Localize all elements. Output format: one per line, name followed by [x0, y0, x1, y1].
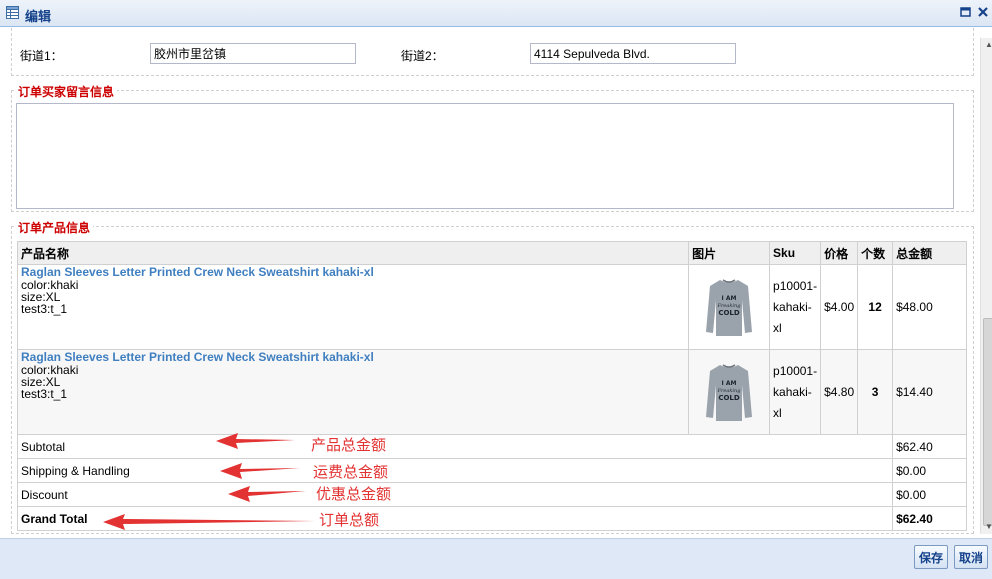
svg-text:I AM: I AM — [722, 295, 737, 302]
street1-label: 街道1： — [20, 49, 63, 63]
sweatshirt-image: I AM Freaking COLD — [706, 279, 753, 336]
annotation-subtotal: 产品总金额 — [311, 436, 387, 454]
col-image: 图片 — [688, 241, 771, 265]
table-icon — [6, 6, 19, 19]
annotation-grand-total: 订单总额 — [319, 511, 380, 529]
product-attr: size:XL — [21, 290, 61, 304]
product-image-cell: I AM Freaking COLD — [688, 264, 771, 350]
annotation-shipping: 运费总金额 — [313, 463, 389, 481]
product-name-cell: Raglan Sleeves Letter Printed Crew Neck … — [16, 264, 690, 350]
sku-part: xl — [773, 405, 782, 420]
product-image-cell: I AM Freaking COLD — [688, 349, 771, 435]
price-cell: $4.00 — [820, 264, 859, 350]
product-attr: test3:t_1 — [21, 387, 68, 401]
sweatshirt-image: I AM Freaking COLD — [706, 364, 753, 421]
close-icon[interactable] — [976, 5, 990, 19]
col-product-name: 产品名称 — [16, 241, 690, 265]
sku-part: kahaki- — [773, 299, 812, 314]
sku-cell: p10001- kahaki- xl — [769, 349, 822, 435]
street2-label: 街道2： — [401, 49, 444, 63]
summary-value: $62.40 — [892, 506, 967, 531]
product-link[interactable]: Raglan Sleeves Letter Printed Crew Neck … — [21, 350, 685, 364]
summary-row-shipping: Shipping & Handling $0.00 — [16, 458, 967, 483]
table-header-row: 产品名称 图片 Sku 价格 个数 总金额 — [16, 241, 967, 265]
product-attr: color:khaki — [21, 363, 79, 377]
svg-text:I AM: I AM — [722, 380, 737, 387]
save-button[interactable]: 保存 — [914, 545, 949, 569]
dialog-footer: 保存 取消 — [0, 538, 992, 579]
annotation-discount: 优惠总金额 — [316, 485, 392, 503]
products-table: 产品名称 图片 Sku 价格 个数 总金额 Raglan Sleeves Let… — [16, 241, 967, 531]
buyer-message-panel: 订单买家留言信息 — [11, 83, 974, 212]
scroll-up-icon[interactable]: ▲ — [985, 40, 992, 49]
qty-cell: 12 — [857, 264, 894, 350]
products-title: 订单产品信息 — [15, 219, 94, 236]
address-panel: 街道1： 街道2： — [11, 28, 974, 76]
sku-part: p10001- — [773, 363, 818, 378]
sku-part: kahaki- — [773, 384, 812, 399]
street1-input[interactable] — [150, 43, 356, 64]
summary-row-subtotal: Subtotal $62.40 — [16, 434, 967, 459]
sku-cell: p10001- kahaki- xl — [769, 264, 822, 350]
summary-value: $0.00 — [892, 482, 967, 507]
total-cell: $48.00 — [892, 264, 967, 350]
buyer-message-title: 订单买家留言信息 — [15, 83, 118, 100]
table-row: Raglan Sleeves Letter Printed Crew Neck … — [16, 264, 967, 350]
scrollbar-thumb[interactable] — [983, 318, 992, 526]
product-attr: size:XL — [21, 375, 61, 389]
product-attr: test3:t_1 — [21, 302, 68, 316]
product-link[interactable]: Raglan Sleeves Letter Printed Crew Neck … — [21, 265, 685, 279]
sku-part: xl — [773, 320, 782, 335]
window-titlebar: 编辑 — [0, 0, 992, 27]
svg-text:COLD: COLD — [718, 394, 740, 402]
price-cell: $4.80 — [820, 349, 859, 435]
qty-cell: 3 — [857, 349, 894, 435]
total-cell: $14.40 — [892, 349, 967, 435]
products-panel: 订单产品信息 产品名称 图片 Sku 价格 个数 总金额 Raglan Slee… — [11, 219, 974, 534]
summary-label: Grand Total — [16, 506, 894, 531]
svg-text:COLD: COLD — [718, 309, 740, 317]
summary-value: $62.40 — [892, 434, 967, 459]
summary-row-grand-total: Grand Total $62.40 — [16, 506, 967, 531]
product-name-cell: Raglan Sleeves Letter Printed Crew Neck … — [16, 349, 690, 435]
col-price: 价格 — [820, 241, 859, 265]
col-qty: 个数 — [857, 241, 894, 265]
sku-part: p10001- — [773, 278, 818, 293]
window-title: 编辑 — [25, 9, 52, 24]
summary-row-discount: Discount $0.00 — [16, 482, 967, 507]
cancel-button[interactable]: 取消 — [954, 545, 989, 569]
col-sku: Sku — [769, 241, 822, 265]
maximize-icon[interactable] — [959, 5, 973, 19]
vertical-scrollbar[interactable]: ▲ ▼ — [980, 38, 992, 534]
table-row: Raglan Sleeves Letter Printed Crew Neck … — [16, 349, 967, 435]
summary-value: $0.00 — [892, 458, 967, 483]
summary-label: Shipping & Handling — [16, 458, 894, 483]
summary-label: Discount — [16, 482, 894, 507]
dialog-body: 街道1： 街道2： 订单买家留言信息 订单产品信息 产品名称 图片 Sku 价格… — [5, 28, 992, 538]
buyer-message-textarea[interactable] — [16, 103, 954, 209]
street2-input[interactable] — [530, 43, 736, 64]
scroll-down-icon[interactable]: ▼ — [985, 522, 992, 531]
col-total: 总金额 — [892, 241, 967, 265]
summary-label: Subtotal — [16, 434, 894, 459]
product-attr: color:khaki — [21, 278, 79, 292]
